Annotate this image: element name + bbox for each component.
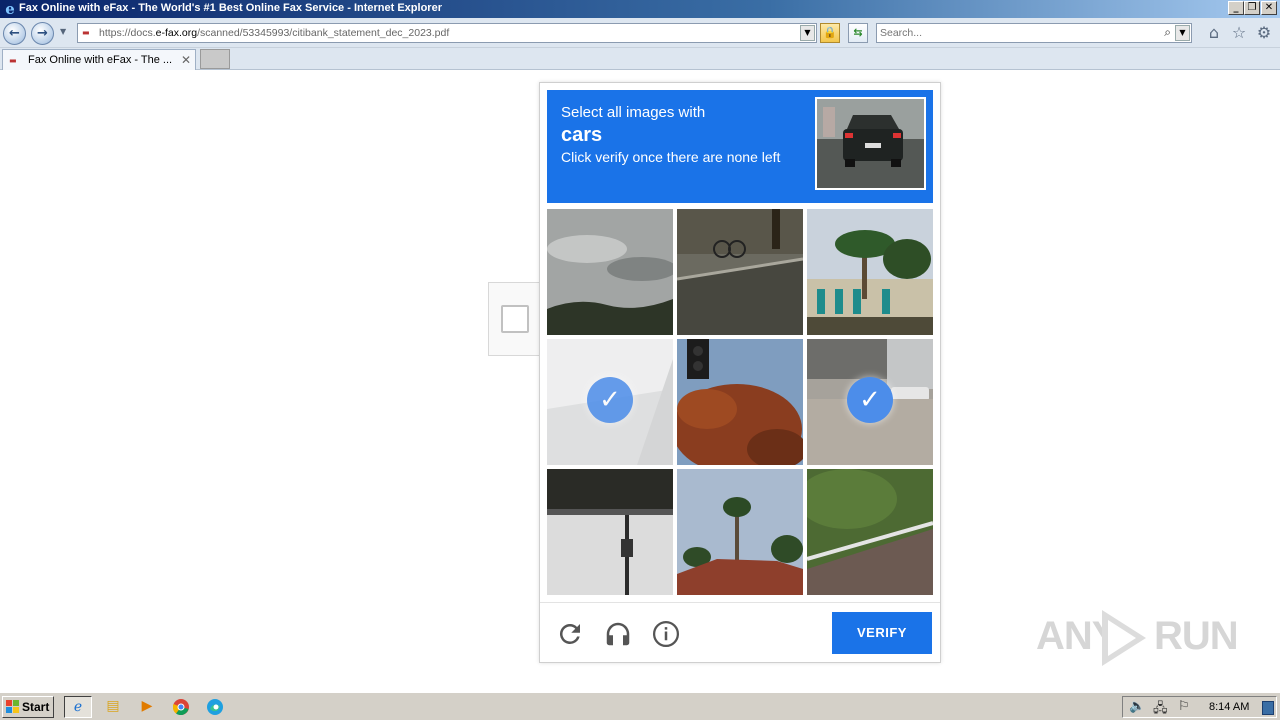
edge-logo-graphic <box>207 699 223 715</box>
gear-icon[interactable]: ⚙ <box>1254 24 1274 44</box>
history-dropdown-icon[interactable]: ▼ <box>60 27 66 36</box>
play-logo-icon <box>1102 610 1146 666</box>
sample-car-image <box>815 97 926 190</box>
verify-button[interactable]: VERIFY <box>832 612 932 654</box>
sample-car-graphic <box>817 99 924 188</box>
palm-rooftop-image <box>677 469 803 595</box>
prompt-line: Select all images with <box>561 104 706 121</box>
cloudy-sky-image <box>547 209 673 335</box>
show-desktop-button[interactable] <box>1262 701 1274 715</box>
captcha-tile-1[interactable] <box>547 209 673 335</box>
restore-button[interactable]: ❐ <box>1244 1 1260 15</box>
tab-bar: ▬ Fax Online with eFax - The ... ✕ <box>0 48 1280 70</box>
clock[interactable]: 8:14 AM <box>1209 701 1249 713</box>
window-title-bar[interactable]: e Fax Online with eFax - The World's #1 … <box>0 0 1280 18</box>
captcha-tile-7[interactable] <box>547 469 673 595</box>
navigation-bar: ← → ▼ ▬ https://docs.e-fax.org/scanned/5… <box>0 18 1280 48</box>
system-tray: 🔈 🖧 ⚐ 8:14 AM <box>1122 696 1277 718</box>
minimize-button[interactable]: _ <box>1228 1 1244 15</box>
security-lock-icon[interactable]: 🔒 <box>820 23 840 43</box>
network-icon[interactable]: 🖧 <box>1153 699 1168 720</box>
selected-check-icon: ✓ <box>847 377 893 423</box>
captcha-checkbox[interactable] <box>501 305 529 333</box>
forward-button[interactable]: → <box>31 22 54 45</box>
traffic-light-tree-image <box>677 339 803 465</box>
guardrail-road-image <box>807 469 933 595</box>
url-path: /scanned/53345993/citibank_statement_dec… <box>197 27 450 39</box>
search-icon[interactable]: ⌕ <box>1164 25 1171 40</box>
search-input[interactable] <box>880 26 1150 40</box>
refresh-challenge-icon[interactable] <box>555 619 585 649</box>
refresh-icon[interactable]: ⇆ <box>848 23 868 43</box>
ie-logo-icon: e <box>5 0 15 18</box>
search-dropdown-icon[interactable]: ▼ <box>1175 25 1190 41</box>
tab-efax[interactable]: ▬ Fax Online with eFax - The ... ✕ <box>2 49 196 70</box>
explorer-taskbar-icon[interactable]: ▤ <box>99 696 127 718</box>
tab-close-icon[interactable]: ✕ <box>181 53 191 67</box>
selected-check-icon: ✓ <box>587 377 633 423</box>
back-button[interactable]: ← <box>3 22 26 45</box>
captcha-tile-9[interactable] <box>807 469 933 595</box>
window-title: Fax Online with eFax - The World's #1 Be… <box>19 2 442 14</box>
captcha-tile-8[interactable] <box>677 469 803 595</box>
chrome-logo-graphic <box>172 699 189 716</box>
overpass-image <box>547 469 673 595</box>
windows-logo-icon <box>6 700 19 713</box>
info-icon-graphic <box>653 621 679 647</box>
search-box[interactable]: ⌕ ▼ <box>876 23 1192 43</box>
captcha-anchor <box>488 282 540 356</box>
challenge-header: Select all images with cars Click verify… <box>547 90 933 203</box>
address-url[interactable]: https://docs.e-fax.org/scanned/53345993/… <box>99 27 449 39</box>
close-window-button[interactable]: ✕ <box>1261 1 1277 15</box>
chrome-taskbar-icon[interactable] <box>167 696 195 718</box>
edge-taskbar-icon[interactable] <box>201 696 229 718</box>
home-icon[interactable]: ⌂ <box>1204 24 1224 44</box>
address-bar[interactable]: ▬ https://docs.e-fax.org/scanned/5334599… <box>77 23 817 43</box>
refresh-icon-graphic <box>559 624 580 644</box>
headphones-icon-graphic <box>606 622 630 646</box>
url-prefix: https://docs. <box>99 27 156 39</box>
taskbar: Start ℯ ▤ ▶ 🔈 🖧 ⚐ 8:14 AM <box>0 692 1280 720</box>
captcha-challenge: Select all images with cars Click verify… <box>539 82 941 663</box>
palm-tree-building-image <box>807 209 933 335</box>
watermark-text-right: RUN <box>1154 614 1239 658</box>
captcha-tile-3[interactable] <box>807 209 933 335</box>
tab-label: Fax Online with eFax - The ... <box>28 54 173 66</box>
prompt-instruction: Click verify once there are none left <box>561 149 781 165</box>
info-icon[interactable] <box>651 619 681 649</box>
anyrun-watermark: ANY RUN <box>1036 610 1239 670</box>
volume-icon[interactable]: 🔈 <box>1129 699 1145 714</box>
prompt-target: cars <box>561 124 603 146</box>
efax-favicon-icon: ▬ <box>9 56 17 65</box>
address-dropdown-icon[interactable]: ▼ <box>800 25 815 41</box>
audio-challenge-icon[interactable] <box>603 619 633 649</box>
media-player-taskbar-icon[interactable]: ▶ <box>133 696 161 718</box>
action-center-flag-icon[interactable]: ⚐ <box>1178 699 1190 714</box>
efax-favicon-icon: ▬ <box>82 28 90 37</box>
captcha-tile-4[interactable]: ✓ <box>547 339 673 465</box>
start-label: Start <box>22 700 50 714</box>
ie-taskbar-icon[interactable]: ℯ <box>64 696 92 718</box>
new-tab-button[interactable] <box>200 49 230 69</box>
footer-divider <box>540 602 940 603</box>
favorites-star-icon[interactable]: ☆ <box>1229 24 1249 44</box>
url-domain: e-fax.org <box>155 27 198 39</box>
captcha-tile-6[interactable]: ✓ <box>807 339 933 465</box>
captcha-tile-2[interactable] <box>677 209 803 335</box>
sidewalk-image <box>677 209 803 335</box>
captcha-tile-5[interactable] <box>677 339 803 465</box>
start-button[interactable]: Start <box>2 696 54 718</box>
